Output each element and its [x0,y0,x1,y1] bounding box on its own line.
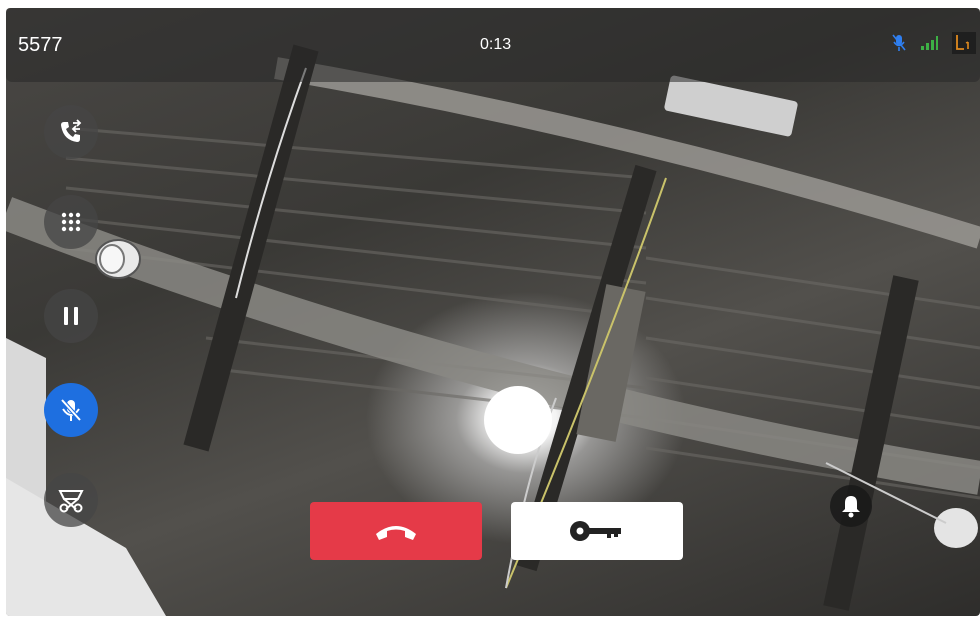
camera-swap-icon [58,490,84,513]
mic-off-icon [60,398,82,422]
mic-muted-icon [892,34,906,57]
dialpad-icon [61,212,81,232]
hold-button[interactable] [44,289,98,343]
end-call-button[interactable] [310,502,482,560]
bell-icon [842,496,860,518]
dialpad-button[interactable] [44,195,98,249]
key-icon [570,521,621,541]
phone-transfer-icon [61,119,82,142]
caller-number: 5577 [18,34,63,56]
signal-strength-icon [920,36,938,55]
camera-feed-image [6,44,980,616]
call-duration: 0:13 [480,36,512,53]
line-l1-icon [952,32,976,59]
video-off-button[interactable] [44,473,98,527]
hang-up-icon [376,526,416,540]
transfer-call-button[interactable] [44,105,98,159]
call-header-bar: 5577 0:13 [6,8,980,82]
mute-button[interactable] [44,383,98,437]
status-icons [892,32,976,59]
pause-icon [64,307,78,325]
call-screen: 5577 0:13 [6,8,980,616]
doorbell-indicator [830,485,872,527]
unlock-door-button[interactable] [511,502,683,560]
